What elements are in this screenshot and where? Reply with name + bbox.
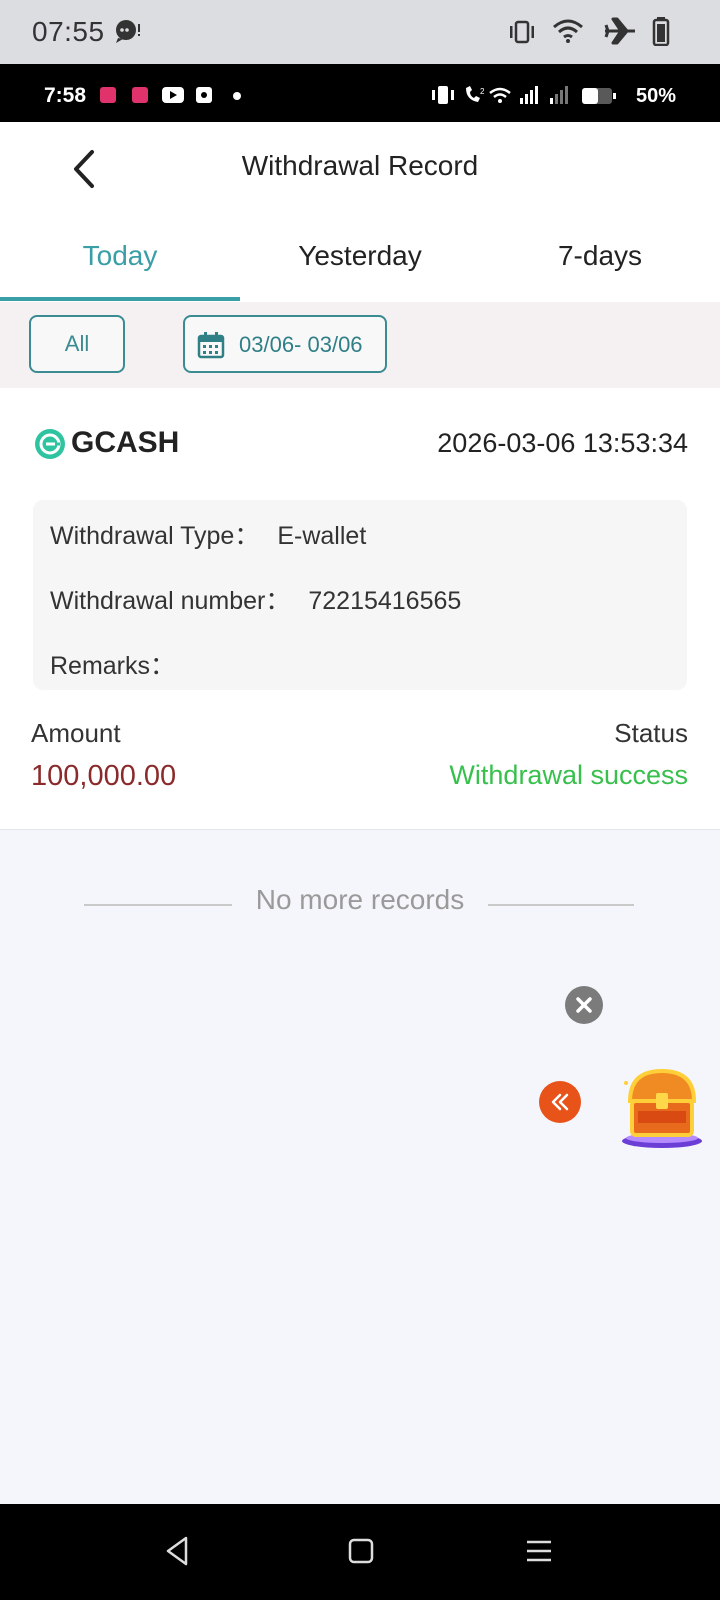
battery-icon	[652, 17, 670, 46]
active-tab-indicator	[0, 297, 240, 301]
withdrawal-type-value: E-wallet	[277, 522, 367, 550]
nav-home-button[interactable]	[346, 1534, 376, 1573]
close-float-button[interactable]	[565, 986, 603, 1024]
outer-status-bar: 07:55	[0, 0, 720, 64]
remarks-row: Remarks：	[50, 646, 193, 682]
withdrawal-number-row: Withdrawal number： 72215416565	[50, 581, 461, 617]
payment-method: GCASH	[71, 426, 180, 459]
app-header: Withdrawal Record Today Yesterday 7-days	[0, 122, 720, 302]
no-more-records: No more records	[255, 884, 465, 915]
chat-bubble-icon	[116, 20, 140, 43]
wifi-icon	[553, 19, 583, 43]
date-range-button[interactable]: 03/06- 03/06	[183, 315, 387, 373]
battery-percent: 50%	[636, 85, 677, 107]
tab-7-days[interactable]: 7-days	[480, 240, 720, 272]
square-home-icon	[348, 1538, 374, 1564]
withdrawal-type-row: Withdrawal Type： E-wallet	[50, 516, 366, 552]
svg-text:2: 2	[480, 87, 485, 96]
airplane-icon	[604, 17, 635, 45]
nav-menu-button[interactable]	[524, 1534, 554, 1573]
tab-today[interactable]: Today	[0, 240, 240, 272]
status-value: Withdrawal success	[449, 760, 688, 790]
system-status-icons: 2	[432, 86, 616, 104]
vibrate-icon	[510, 20, 534, 44]
amount-label: Amount	[31, 718, 121, 748]
amount-value: 100,000.00	[31, 760, 177, 792]
withdrawal-number-label: Withdrawal number：	[50, 587, 291, 615]
app-notification-icon	[100, 87, 212, 103]
menu-icon	[527, 1540, 551, 1562]
withdrawal-type-label: Withdrawal Type：	[50, 522, 260, 550]
nav-back-button[interactable]	[162, 1534, 192, 1573]
withdrawal-number-value: 72215416565	[308, 587, 462, 615]
triangle-back-icon	[166, 1536, 188, 1566]
treasure-chest-button[interactable]	[620, 1065, 706, 1149]
page-title: Withdrawal Record	[241, 150, 479, 181]
treasure-chest-icon	[622, 1068, 702, 1148]
date-range-text: 03/06- 03/06	[239, 332, 363, 357]
gcash-logo-icon	[35, 429, 65, 459]
divider-right	[488, 904, 634, 906]
remarks-label: Remarks：	[50, 652, 176, 680]
dot-icon	[233, 92, 241, 100]
close-icon	[576, 997, 592, 1013]
withdrawal-record-card[interactable]: GCASH 2026-03-06 13:53:34 Withdrawal Typ…	[0, 388, 720, 830]
double-chevron-left-icon	[551, 1093, 569, 1111]
calendar-icon	[197, 332, 225, 359]
record-details: Withdrawal Type： E-wallet Withdrawal numb…	[33, 500, 687, 690]
outer-status-time: 07:55	[32, 16, 105, 47]
record-datetime: 2026-03-06 13:53:34	[437, 428, 688, 458]
collapse-float-button[interactable]	[539, 1081, 581, 1123]
inner-status-bar: 7:58 2 50%	[0, 64, 720, 122]
tab-yesterday[interactable]: Yesterday	[240, 240, 480, 272]
filter-all-button[interactable]: All	[29, 315, 125, 373]
system-nav-bar	[0, 1504, 720, 1600]
inner-status-time: 7:58	[44, 84, 87, 107]
status-label: Status	[614, 718, 688, 748]
filter-bar: All 03/06- 03/06	[0, 302, 720, 388]
